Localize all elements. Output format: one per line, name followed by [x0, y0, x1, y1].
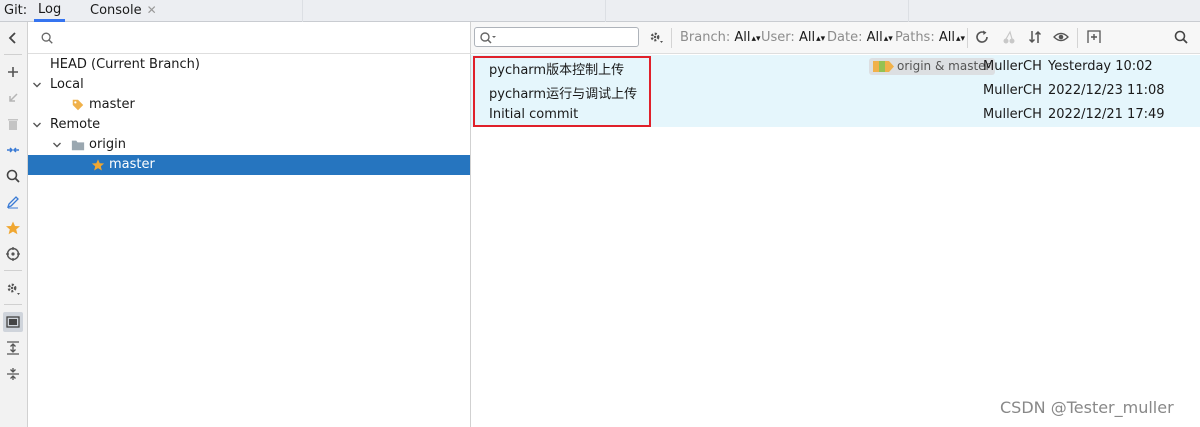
tab-divider [302, 0, 303, 22]
refresh-icon[interactable] [974, 29, 992, 47]
toolstrip-divider [4, 54, 22, 55]
tree-item-label: HEAD (Current Branch) [50, 57, 200, 72]
eye-icon[interactable] [1053, 29, 1071, 47]
commit-date: Yesterday 10:02 [1048, 59, 1153, 74]
branches-panel: HEAD (Current Branch) Local master Remot… [28, 22, 471, 427]
star-icon [91, 159, 105, 171]
paths-filter[interactable]: Paths: All▴▾ [895, 30, 965, 45]
date-filter[interactable]: Date: All▴▾ [827, 30, 893, 45]
sort-icon[interactable] [1027, 29, 1045, 47]
log-toolbar: Branch: All▴▾ User: All▴▾ Date: All▴▾ Pa… [471, 22, 1200, 54]
commit-message: Initial commit [489, 107, 579, 122]
updown-icon: ▴▾ [883, 34, 893, 44]
commit-date: 2022/12/23 11:08 [1048, 83, 1165, 98]
log-search-box[interactable] [474, 27, 639, 47]
tree-item-label: origin [89, 137, 127, 152]
commit-author: MullerCH [983, 59, 1042, 74]
settings-icon[interactable] [648, 29, 666, 47]
toolstrip-divider [4, 270, 22, 271]
tag-icon [873, 61, 894, 72]
new-tab-icon[interactable] [1086, 29, 1104, 47]
git-toolstrip [0, 22, 28, 427]
chevron-left-icon[interactable] [3, 28, 23, 48]
tab-console[interactable]: Console ✕ [86, 0, 161, 22]
git-label: Git: [4, 3, 28, 18]
target-icon[interactable] [3, 244, 23, 264]
updown-icon: ▴▾ [955, 34, 966, 44]
commit-date: 2022/12/21 17:49 [1048, 107, 1165, 122]
filter-label: User: [761, 30, 795, 45]
tree-item-origin-master[interactable]: master [28, 155, 470, 175]
tree-item-local[interactable]: Local [28, 75, 470, 95]
tree-item-label: Remote [50, 117, 101, 132]
search-icon [41, 32, 53, 44]
edit-icon[interactable] [3, 192, 23, 212]
filter-label: Branch: [680, 30, 731, 45]
commit-author: MullerCH [983, 83, 1042, 98]
toolbar-divider [671, 28, 672, 48]
trash-icon[interactable] [3, 114, 23, 134]
preview-panel-icon[interactable] [3, 312, 23, 332]
folder-icon [71, 140, 85, 151]
tree-item-label: master [89, 97, 135, 112]
chevron-down-icon[interactable] [32, 120, 42, 130]
tab-divider [908, 0, 909, 22]
fetch-arrow-icon[interactable] [3, 88, 23, 108]
filter-value: All [734, 30, 751, 45]
tab-console-label: Console [90, 3, 142, 18]
tool-window-tabbar: Git: Log Console ✕ [0, 0, 1200, 22]
cherry-pick-icon[interactable] [1001, 29, 1019, 47]
updown-icon: ▴▾ [751, 34, 761, 44]
tree-item-label: Local [50, 77, 84, 92]
merge-arrows-icon[interactable] [3, 140, 23, 160]
filter-value: All [938, 30, 955, 45]
ref-names: origin & master [897, 59, 991, 73]
tree-item-label: master [109, 157, 155, 172]
search-icon [480, 32, 496, 44]
filter-label: Date: [827, 30, 863, 45]
tag-icon [72, 99, 84, 111]
tree-item-head[interactable]: HEAD (Current Branch) [28, 55, 470, 75]
settings-icon[interactable] [3, 278, 23, 298]
toolstrip-divider [4, 304, 22, 305]
branch-filter[interactable]: Branch: All▴▾ [680, 30, 761, 45]
plus-icon[interactable] [3, 62, 23, 82]
branch-search-input[interactable] [58, 28, 462, 50]
tab-log-label: Log [38, 2, 62, 17]
tree-item-remote[interactable]: Remote [28, 115, 470, 135]
branch-search-row [28, 22, 471, 54]
updown-icon: ▴▾ [816, 34, 826, 44]
search-icon[interactable] [1173, 29, 1191, 47]
toolbar-divider [967, 28, 968, 48]
branch-ref-badge: origin & master [869, 58, 996, 75]
search-icon[interactable] [3, 166, 23, 186]
expand-all-icon[interactable] [3, 338, 23, 358]
filter-value: All [798, 30, 816, 45]
commit-row[interactable]: pycharm版本控制上传 origin & master MullerCH Y… [471, 55, 1200, 79]
tree-item-origin[interactable]: origin [28, 135, 470, 155]
collapse-all-icon[interactable] [3, 364, 23, 384]
close-icon[interactable]: ✕ [147, 3, 157, 17]
chevron-down-icon[interactable] [32, 80, 42, 90]
commit-message: pycharm运行与调试上传 [489, 87, 638, 102]
filter-label: Paths: [895, 30, 935, 45]
commit-author: MullerCH [983, 107, 1042, 122]
chevron-down-icon[interactable] [52, 140, 62, 150]
toolbar-divider [1077, 28, 1078, 48]
tree-item-local-master[interactable]: master [28, 95, 470, 115]
log-panel: Branch: All▴▾ User: All▴▾ Date: All▴▾ Pa… [471, 22, 1200, 427]
tab-divider [605, 0, 606, 22]
watermark: CSDN @Tester_muller [1000, 398, 1174, 417]
star-icon[interactable] [3, 218, 23, 238]
commit-row[interactable]: Initial commit MullerCH 2022/12/21 17:49 [471, 103, 1200, 127]
commit-row[interactable]: pycharm运行与调试上传 MullerCH 2022/12/23 11:08 [471, 79, 1200, 103]
user-filter[interactable]: User: All▴▾ [761, 30, 825, 45]
filter-value: All [866, 30, 883, 45]
log-search-input[interactable] [501, 29, 635, 47]
commit-message: pycharm版本控制上传 [489, 63, 625, 78]
tab-log[interactable]: Log [34, 0, 66, 22]
